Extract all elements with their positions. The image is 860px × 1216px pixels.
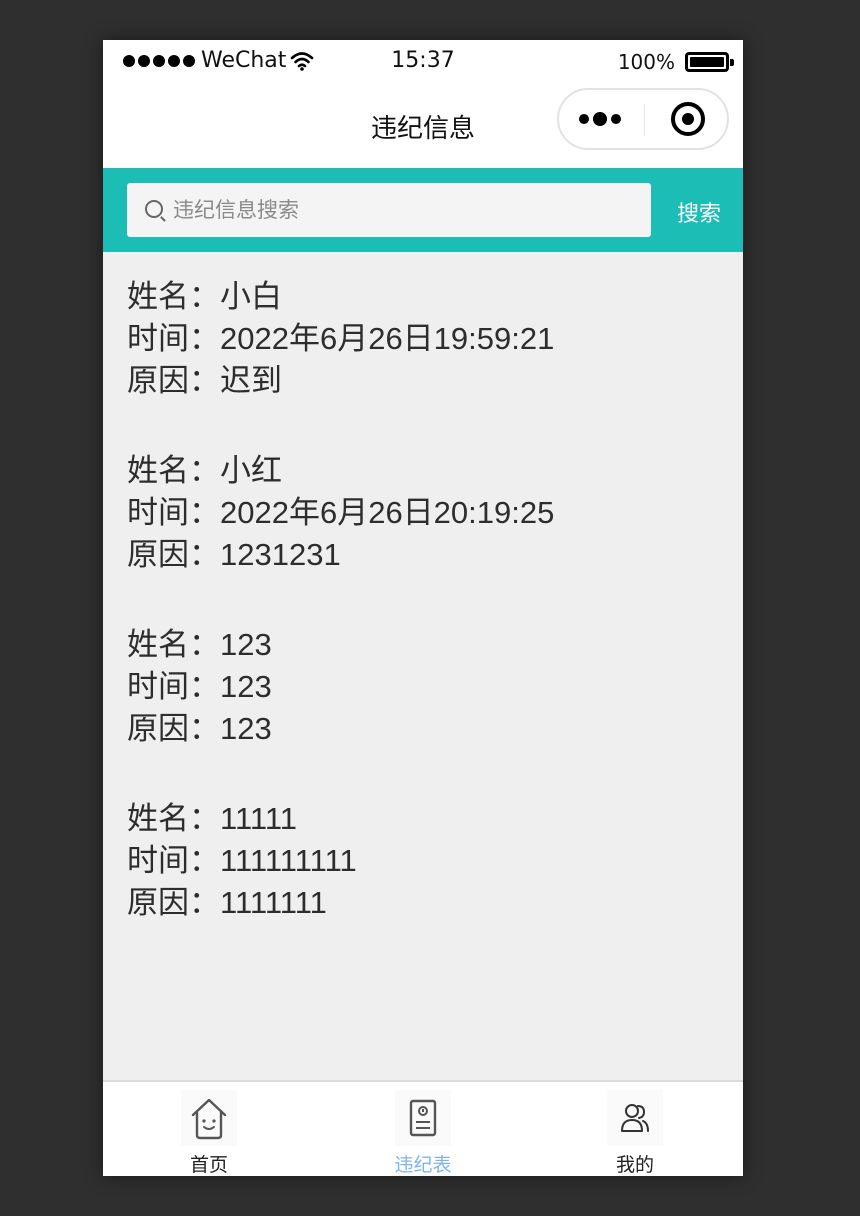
search-button[interactable]: 搜索 (677, 196, 721, 228)
document-icon (395, 1090, 451, 1146)
time-label: 时间： (127, 495, 220, 530)
time-label: 时间： (127, 321, 220, 356)
record-time-line: 时间：123 (127, 666, 727, 708)
search-box[interactable] (127, 183, 651, 237)
status-bar: WeChat 15:37 100% (103, 40, 743, 84)
record-time: 2022年6月26日19:59:21 (220, 321, 555, 356)
record-name: 小白 (220, 279, 282, 314)
record-name: 小红 (220, 453, 282, 488)
battery-percent: 100% (617, 50, 675, 74)
tab-mine[interactable]: 我的 (575, 1090, 695, 1176)
battery-icon (685, 52, 734, 72)
record-item: 姓名：11111 时间：111111111 原因：1111111 (127, 798, 727, 924)
record-name-line: 姓名：小红 (127, 450, 727, 492)
name-label: 姓名： (127, 279, 220, 314)
search-input[interactable] (173, 183, 633, 237)
name-label: 姓名： (127, 453, 220, 488)
record-item: 姓名：小白 时间：2022年6月26日19:59:21 原因：迟到 (127, 276, 727, 402)
record-reason-line: 原因：迟到 (127, 360, 727, 402)
record-time-line: 时间：2022年6月26日19:59:21 (127, 318, 727, 360)
capsule-divider (644, 104, 645, 136)
record-reason: 迟到 (220, 363, 282, 398)
record-item: 姓名：小红 时间：2022年6月26日20:19:25 原因：1231231 (127, 450, 727, 576)
reason-label: 原因： (127, 885, 220, 920)
reason-label: 原因： (127, 363, 220, 398)
record-time: 2022年6月26日20:19:25 (220, 495, 555, 530)
record-name: 123 (220, 627, 272, 662)
navigation-bar: 违纪信息 (103, 84, 743, 168)
record-reason: 1111111 (220, 885, 327, 920)
house-face-icon (181, 1090, 237, 1146)
reason-label: 原因： (127, 537, 220, 572)
search-bar: 搜索 (103, 168, 743, 252)
tab-home-label: 首页 (189, 1154, 228, 1176)
record-reason: 1231231 (220, 537, 341, 572)
tab-home[interactable]: 首页 (149, 1090, 269, 1176)
time-label: 时间： (127, 669, 220, 704)
name-label: 姓名： (127, 627, 220, 662)
close-target-icon[interactable] (671, 102, 705, 136)
record-list: 姓名：小白 时间：2022年6月26日19:59:21 原因：迟到 姓名：小红 … (127, 276, 727, 972)
tab-violations[interactable]: 违纪表 (363, 1090, 483, 1176)
more-icon[interactable] (579, 112, 621, 126)
record-name: 11111 (220, 801, 298, 836)
record-reason-line: 原因：123 (127, 708, 727, 750)
reason-label: 原因： (127, 711, 220, 746)
record-name-line: 姓名：小白 (127, 276, 727, 318)
phone-screen: WeChat 15:37 100% 违纪信息 搜索 (103, 40, 743, 1176)
record-reason-line: 原因：1231231 (127, 534, 727, 576)
record-time-line: 时间：2022年6月26日20:19:25 (127, 492, 727, 534)
search-icon (145, 200, 163, 218)
record-name-line: 姓名：123 (127, 624, 727, 666)
record-item: 姓名：123 时间：123 原因：123 (127, 624, 727, 750)
tab-violations-label: 违纪表 (394, 1154, 452, 1176)
time-label: 时间： (127, 843, 220, 878)
users-icon (607, 1090, 663, 1146)
record-time-line: 时间：111111111 (127, 840, 727, 882)
tab-bar: 首页 违纪表 我的 (103, 1080, 743, 1176)
record-reason: 123 (220, 711, 272, 746)
record-time: 111111111 (220, 843, 357, 878)
name-label: 姓名： (127, 801, 220, 836)
status-right: 100% (617, 50, 734, 74)
record-time: 123 (220, 669, 272, 704)
mini-program-capsule (557, 88, 729, 150)
record-name-line: 姓名：11111 (127, 798, 727, 840)
tab-mine-label: 我的 (615, 1154, 654, 1176)
record-reason-line: 原因：1111111 (127, 882, 727, 924)
